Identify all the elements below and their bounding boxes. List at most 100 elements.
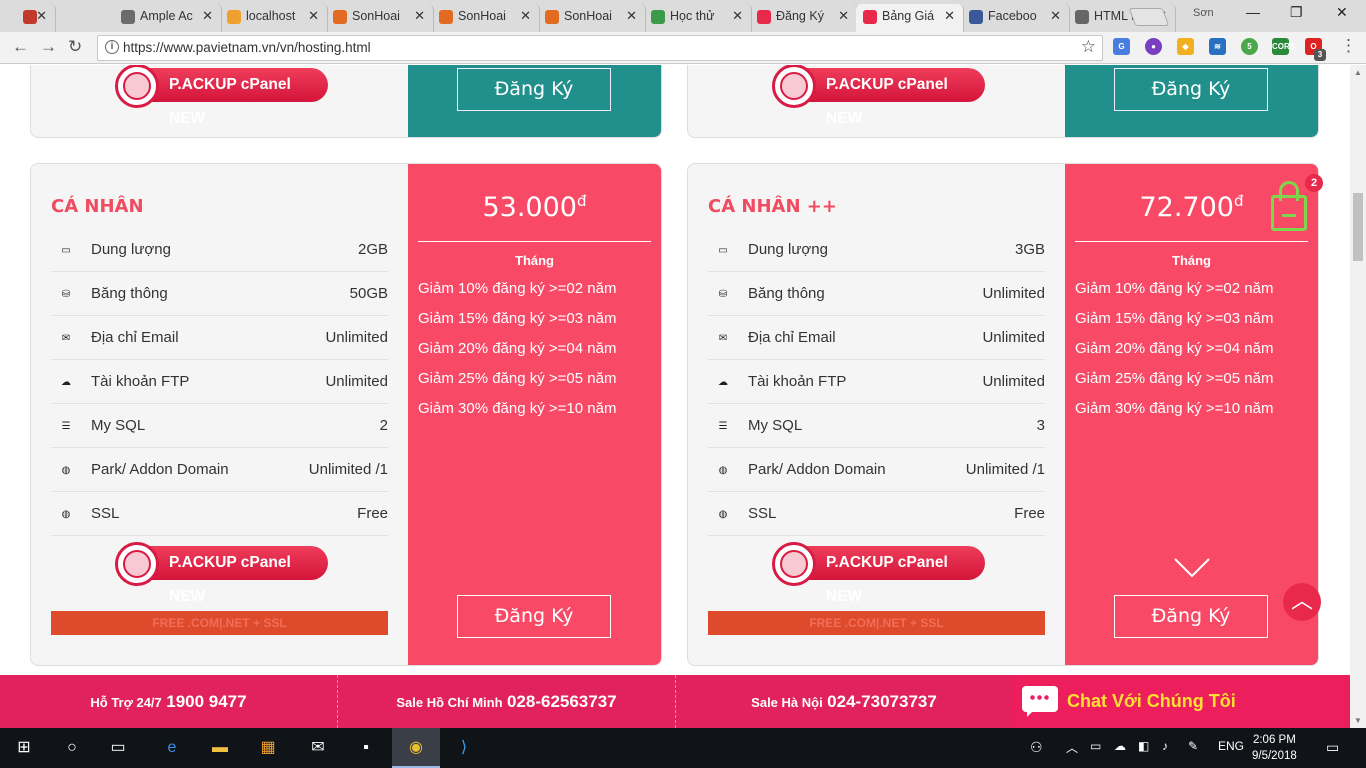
feature-value: Unlimited — [325, 329, 388, 346]
file-explorer-icon[interactable]: ▬ — [208, 736, 232, 760]
notifications-icon[interactable]: ▭ — [1326, 739, 1339, 756]
support-hotline[interactable]: Hỗ Trợ 24/7 1900 9477 — [0, 675, 337, 728]
profile-name[interactable]: Sơn — [1193, 7, 1214, 19]
back-to-top-icon[interactable]: ︿ — [1283, 583, 1321, 621]
ftp-icon: ☁ — [61, 376, 71, 388]
tab-close-icon[interactable]: ✕ — [732, 4, 743, 28]
feature-label: Tài khoản FTP — [748, 373, 847, 390]
language-indicator[interactable]: ENG — [1218, 739, 1244, 753]
sale-hcm-hotline[interactable]: Sale Hồ Chí Minh 028-62563737 — [338, 675, 675, 728]
feature-row: ⛁ Băng thông 50GB — [51, 272, 388, 316]
maximize-button[interactable]: ❐ — [1290, 4, 1303, 21]
minimize-button[interactable]: — — [1246, 4, 1260, 20]
address-bar[interactable]: i https://www.pavietnam.vn/vn/hosting.ht… — [97, 35, 1103, 61]
support-number[interactable]: 1900 9477 — [166, 692, 246, 711]
clock[interactable]: 2:06 PM 9/5/2018 — [1252, 732, 1297, 764]
browser-tab[interactable]: SonHoai ✕ — [432, 4, 540, 32]
extension-icon[interactable]: 5 — [1241, 38, 1258, 55]
feature-row: ☰ My SQL 3 — [708, 404, 1045, 448]
browser-tab[interactable]: Bảng Giá ✕ — [856, 4, 964, 32]
pen-icon[interactable]: ✎ — [1188, 739, 1198, 753]
network-icon[interactable]: ◧ — [1138, 739, 1149, 753]
register-button[interactable]: Đăng Ký — [1114, 595, 1268, 638]
windows-start-icon[interactable]: ⊞ — [12, 736, 36, 760]
forward-icon[interactable]: → — [40, 37, 57, 57]
tab-close-icon[interactable]: ✕ — [838, 4, 849, 28]
edge-icon[interactable]: e — [160, 736, 184, 760]
menu-icon[interactable]: ⋮ — [1340, 36, 1357, 56]
tab-close-icon[interactable]: ✕ — [1050, 4, 1061, 28]
feature-value: 2GB — [357, 241, 388, 258]
pack-badge[interactable]: P.ACKUP cPanel NEW — [115, 542, 328, 605]
feature-row: ◍ Park/ Addon Domain Unlimited /1 — [51, 448, 388, 492]
register-button[interactable]: Đăng Ký — [457, 68, 611, 111]
translate-extension-icon[interactable]: G — [1113, 38, 1130, 55]
browser-tab[interactable]: Faceboo ✕ — [962, 4, 1070, 32]
register-button[interactable]: Đăng Ký — [457, 595, 611, 638]
browser-tab[interactable]: Ample Ac ✕ — [114, 4, 222, 32]
pack-badge[interactable]: P.ACKUP cPanel NEW — [772, 542, 985, 605]
tab-close-icon[interactable]: ✕ — [414, 4, 425, 28]
pack-badge[interactable]: P.ACKUP cPanel NEW — [772, 65, 985, 127]
tab-favicon-icon — [969, 10, 983, 24]
register-button[interactable]: Đăng Ký — [1114, 68, 1268, 111]
free-domain-banner: FREE .COM|.NET + SSL — [708, 611, 1045, 635]
scrollbar-thumb[interactable] — [1353, 193, 1363, 261]
tab-close-icon[interactable]: ✕ — [944, 4, 955, 28]
www-icon: ◍ — [718, 464, 728, 476]
browser-tab[interactable]: SonHoai ✕ — [326, 4, 434, 32]
reload-icon[interactable]: ↻ — [68, 37, 82, 57]
mail-icon[interactable]: ✉ — [306, 736, 330, 760]
browser-tab[interactable]: SonHoai ✕ — [538, 4, 646, 32]
people-icon[interactable]: ⚇ — [1030, 739, 1043, 756]
sticky-notes-icon[interactable]: ▪ — [354, 736, 378, 760]
tab-close-icon[interactable]: ✕ — [520, 4, 531, 28]
feature-row: ✉ Địa chỉ Email Unlimited — [708, 316, 1045, 360]
scroll-down-icon[interactable]: ▼ — [1354, 716, 1362, 725]
extension-icon[interactable]: ● — [1145, 38, 1162, 55]
chat-button[interactable]: Chat Với Chúng Tôi — [1012, 675, 1350, 728]
cors-extension-icon[interactable]: CORS — [1272, 38, 1295, 55]
tab-favicon-icon — [651, 10, 665, 24]
new-tab-button[interactable] — [1128, 8, 1170, 26]
back-icon[interactable]: ← — [12, 37, 29, 57]
task-view-icon[interactable]: ▭ — [106, 736, 130, 760]
tab-close-icon[interactable]: ✕ — [202, 4, 213, 28]
tab-close-icon[interactable]: ✕ — [36, 4, 47, 28]
vscode-icon[interactable]: ⟩ — [452, 736, 476, 760]
tab-close-icon[interactable]: ✕ — [308, 4, 319, 28]
url-text[interactable]: https://www.pavietnam.vn/vn/hosting.html — [123, 40, 371, 55]
cloud-icon[interactable]: ☁ — [1114, 739, 1126, 753]
plan-title: CÁ NHÂN ++ — [708, 196, 837, 217]
hn-number[interactable]: 024-73073737 — [827, 692, 937, 711]
price-panel: Đăng Ký — [1065, 65, 1318, 137]
chrome-icon[interactable]: ◉ — [392, 728, 440, 768]
sale-hn-hotline[interactable]: Sale Hà Nội 024-73073737 — [676, 675, 1012, 728]
scroll-up-icon[interactable]: ▲ — [1354, 68, 1362, 77]
cart-icon[interactable]: 2 — [1268, 174, 1323, 233]
hcm-number[interactable]: 028-62563737 — [507, 692, 617, 711]
browser-tab[interactable]: ✕ — [16, 4, 56, 32]
feature-label: Dung lượng — [748, 241, 828, 258]
extension-icon[interactable]: ◆ — [1177, 38, 1194, 55]
store-icon[interactable]: ▦ — [256, 736, 280, 760]
tray-chevron-icon[interactable]: ︿ — [1066, 739, 1078, 756]
browser-tab[interactable]: localhost ✕ — [220, 4, 328, 32]
extension-icon[interactable]: ≋ — [1209, 38, 1226, 55]
browser-tab-bar: ✕ Ample Ac ✕ localhost ✕ SonHoai ✕ SonHoai ✕ SonH… — [0, 0, 1366, 32]
volume-icon[interactable]: ♪ — [1162, 739, 1168, 753]
chevron-down-icon[interactable] — [1174, 558, 1210, 578]
bookmark-star-icon[interactable]: ☆ — [1081, 37, 1096, 57]
close-window-button[interactable]: ✕ — [1336, 4, 1348, 21]
site-info-icon[interactable]: i — [105, 40, 119, 54]
battery-icon[interactable]: ▭ — [1090, 739, 1101, 753]
page-scrollbar[interactable]: ▲ ▼ — [1350, 65, 1366, 728]
browser-tab[interactable]: Học thử ✕ — [644, 4, 752, 32]
tab-title: SonHoai — [564, 9, 612, 23]
hcm-label: Sale Hồ Chí Minh — [396, 695, 503, 710]
search-icon[interactable]: ○ — [60, 736, 84, 760]
browser-tab[interactable]: Đăng Ký ✕ — [750, 4, 858, 32]
pack-badge[interactable]: P.ACKUP cPanel NEW — [115, 65, 328, 127]
tab-close-icon[interactable]: ✕ — [626, 4, 637, 28]
hdd-icon: ▭ — [718, 244, 728, 256]
